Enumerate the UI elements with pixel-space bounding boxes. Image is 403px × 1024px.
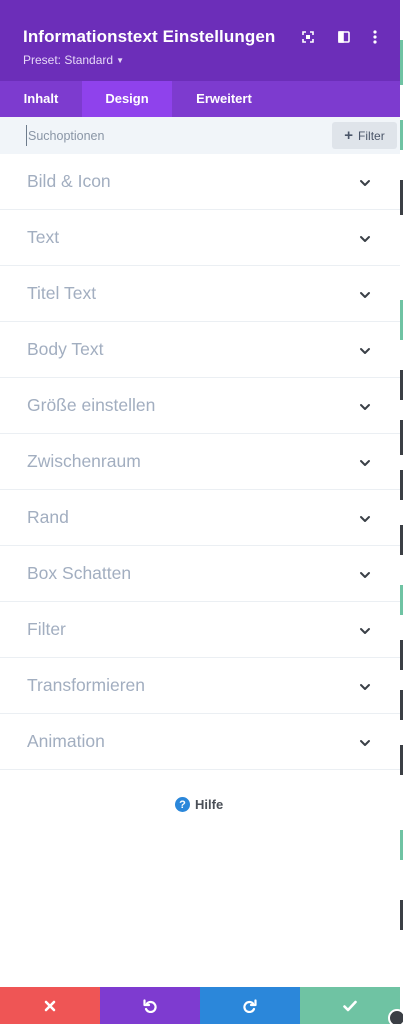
fullscreen-icon[interactable] (299, 28, 317, 46)
sidebar-layout-icon[interactable] (335, 28, 353, 46)
preset-label: Preset: Standard (23, 53, 114, 67)
redo-button[interactable] (200, 987, 300, 1024)
option-group-rand[interactable]: Rand (0, 490, 400, 546)
option-group-titel-text[interactable]: Titel Text (0, 266, 400, 322)
help-link[interactable]: ? Hilfe (175, 797, 223, 812)
chevron-down-icon (360, 180, 370, 186)
tab-design[interactable]: Design (82, 81, 172, 117)
option-group-zwischenraum[interactable]: Zwischenraum (0, 434, 400, 490)
check-icon (343, 1000, 357, 1011)
tab-inhalt[interactable]: Inhalt (0, 81, 82, 117)
option-group-label: Größe einstellen (27, 395, 156, 415)
chevron-down-icon (360, 460, 370, 466)
cancel-button[interactable] (0, 987, 100, 1024)
redo-icon (243, 998, 257, 1013)
option-group-label: Animation (27, 731, 105, 751)
close-icon (44, 1000, 56, 1011)
option-group-label: Body Text (27, 339, 104, 359)
option-group-animation[interactable]: Animation (0, 714, 400, 770)
chevron-down-icon (360, 236, 370, 242)
tab-erweitert[interactable]: Erweitert (172, 81, 276, 117)
option-group-label: Rand (27, 507, 69, 527)
option-group-label: Transformieren (27, 675, 145, 695)
option-group-label: Text (27, 227, 60, 247)
undo-button[interactable] (100, 987, 200, 1024)
more-vertical-icon[interactable] (366, 28, 384, 46)
option-group-transformieren[interactable]: Transformieren (0, 658, 400, 714)
panel-title: Informationstext Einstellungen (23, 27, 276, 46)
builder-corner-handle[interactable] (388, 1009, 403, 1024)
save-button[interactable] (300, 987, 400, 1024)
chevron-down-icon (360, 572, 370, 578)
help-question-icon: ? (175, 797, 190, 812)
chevron-down-icon (360, 740, 370, 746)
option-group-body-text[interactable]: Body Text (0, 322, 400, 378)
option-group-label: Bild & Icon (27, 171, 111, 191)
chevron-down-icon (360, 292, 370, 298)
filter-button[interactable]: + Filter (332, 122, 397, 149)
search-input[interactable] (26, 125, 316, 146)
undo-icon (143, 998, 157, 1013)
chevron-down-icon (360, 348, 370, 354)
panel-header: Informationstext Einstellungen Preset: S… (0, 0, 400, 81)
caret-down-icon: ▼ (116, 56, 124, 65)
preset-dropdown[interactable]: Preset: Standard ▼ (23, 53, 124, 67)
option-group-label: Zwischenraum (27, 451, 141, 471)
option-group-label: Titel Text (27, 283, 97, 303)
panel-footer (0, 987, 400, 1024)
option-group-groesse[interactable]: Größe einstellen (0, 378, 400, 434)
chevron-down-icon (360, 628, 370, 634)
option-group-label: Filter (27, 619, 66, 639)
module-settings-panel: Informationstext Einstellungen Preset: S… (0, 0, 400, 1024)
chevron-down-icon (360, 684, 370, 690)
option-group-label: Box Schatten (27, 563, 132, 583)
option-group-text[interactable]: Text (0, 210, 400, 266)
option-group-box-schatten[interactable]: Box Schatten (0, 546, 400, 602)
option-group-bild-icon[interactable]: Bild & Icon (0, 154, 400, 210)
option-groups-list: Bild & Icon Text Titel Text Body Text Gr… (0, 154, 400, 770)
chevron-down-icon (360, 516, 370, 522)
help-label: Hilfe (195, 797, 224, 812)
filter-button-label: Filter (358, 128, 385, 143)
plus-icon: + (344, 127, 354, 144)
settings-tabs: Inhalt Design Erweitert (0, 81, 400, 117)
option-group-filter[interactable]: Filter (0, 602, 400, 658)
chevron-down-icon (360, 404, 370, 410)
